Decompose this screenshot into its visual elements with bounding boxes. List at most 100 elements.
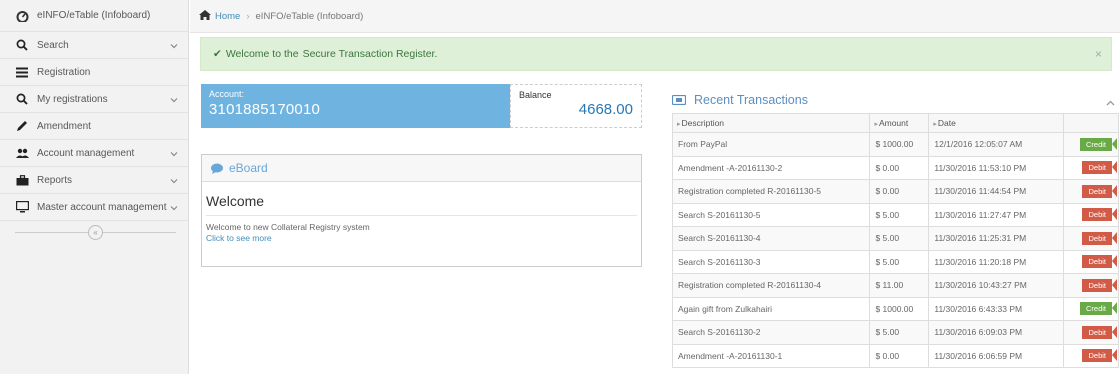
- sidebar-item-reports[interactable]: Reports: [0, 167, 188, 194]
- table-row: Search S-20161130-3 $ 5.00 11/30/2016 11:2…: [671, 249, 1119, 274]
- table-row: Amendment -A-20161130-2 $ 0.00 11/30/2016 …: [671, 155, 1119, 180]
- sidebar-item-label: Account management: [37, 147, 135, 159]
- breadcrumb: Home › eINFO/eTable (Infoboard): [190, 0, 1120, 33]
- credit-card-icon: [672, 94, 686, 105]
- eboard-title: eBoard: [229, 161, 268, 175]
- transaction-date: 11/30/2016 11:25:31 PM: [928, 226, 1065, 251]
- chevron-down-icon: [170, 149, 178, 157]
- see-more-link[interactable]: Click to see more: [202, 232, 641, 244]
- transaction-description: Registration completed R-20161130-5: [671, 179, 871, 204]
- column-header-description[interactable]: ▸Description: [671, 113, 871, 133]
- transaction-type-cell: Credit: [1063, 132, 1119, 157]
- column-header-amount[interactable]: ▸Amount: [869, 113, 930, 133]
- eboard-widget: eBoard Welcome Welcome to new Collateral…: [201, 154, 642, 267]
- transaction-description: Search S-20161130-2: [671, 320, 871, 345]
- transaction-date: 11/30/2016 6:43:33 PM: [928, 296, 1065, 321]
- sidebar-item-label: Master account management: [37, 201, 167, 213]
- table-row: Amendment -A-20161130-1 $ 0.00 11/30/2016 …: [671, 343, 1119, 368]
- chevron-up-icon[interactable]: [1106, 95, 1115, 109]
- monitor-icon: [15, 200, 29, 214]
- transaction-date: 11/30/2016 6:09:03 PM: [928, 320, 1065, 345]
- chevron-down-icon: [170, 95, 178, 103]
- sidebar-item-master-account-management[interactable]: Master account management: [0, 194, 188, 221]
- transaction-amount: $ 5.00: [869, 226, 930, 251]
- transaction-description: Search S-20161130-5: [671, 202, 871, 227]
- chevron-down-icon: [170, 41, 178, 49]
- balance-label: Balance: [519, 90, 552, 100]
- alert-strong-text: Secure Transaction Register.: [302, 48, 438, 60]
- sidebar-item-registration[interactable]: Registration: [0, 59, 188, 86]
- sidebar-brand[interactable]: eINFO/eTable (Infoboard): [0, 0, 188, 32]
- status-badge: Debit: [1082, 349, 1117, 363]
- transaction-description: Again gift from Zulkahairi: [671, 296, 871, 321]
- search-icon: [15, 38, 29, 52]
- transaction-type-cell: Debit: [1063, 320, 1119, 345]
- sidebar-item-my-registrations[interactable]: My registrations: [0, 86, 188, 113]
- transaction-amount: $ 5.00: [869, 202, 930, 227]
- transaction-amount: $ 0.00: [869, 343, 930, 368]
- transaction-description: Search S-20161130-4: [671, 226, 871, 251]
- account-box: Account: 3101885170010: [201, 84, 510, 128]
- eboard-description: Welcome to new Collateral Registry syste…: [206, 222, 370, 232]
- transaction-amount: $ 0.00: [869, 179, 930, 204]
- transaction-date: 11/30/2016 11:53:10 PM: [928, 155, 1065, 180]
- transaction-date: 11/30/2016 6:06:59 PM: [928, 343, 1065, 368]
- alert-text: Welcome to the: [225, 48, 299, 60]
- sidebar: eINFO/eTable (Infoboard) Search Registrat…: [0, 0, 189, 374]
- transaction-date: 12/1/2016 12:05:07 AM: [928, 132, 1065, 157]
- transaction-type-cell: Debit: [1063, 343, 1119, 368]
- transaction-amount: $ 1000.00: [869, 296, 930, 321]
- transaction-amount: $ 5.00: [869, 320, 930, 345]
- home-icon[interactable]: [199, 9, 211, 23]
- table-row: Search S-20161130-2 $ 5.00 11/30/2016 6:09…: [671, 320, 1119, 345]
- column-header-date[interactable]: ▸Date: [928, 113, 1065, 133]
- column-header-type: [1063, 113, 1119, 133]
- welcome-alert: ✔ Welcome to the Secure Transaction Regi…: [200, 37, 1112, 71]
- comment-icon: [211, 163, 223, 174]
- search-icon: [15, 92, 29, 106]
- sidebar-item-label: Reports: [37, 174, 73, 186]
- table-row: Registration completed R-20161130-4 $ 11.…: [671, 273, 1119, 298]
- sidebar-item-label: Registration: [37, 66, 91, 78]
- transactions-table: ▸Description ▸Amount ▸Date From PayPal $ …: [671, 113, 1119, 368]
- check-icon: ✔: [213, 48, 222, 60]
- transaction-description: From PayPal: [671, 132, 871, 157]
- transaction-description: Search S-20161130-3: [671, 249, 871, 274]
- briefcase-icon: [15, 173, 29, 187]
- transactions-title: Recent Transactions: [694, 92, 808, 107]
- sidebar-collapse-button[interactable]: «: [88, 225, 103, 240]
- table-row: Registration completed R-20161130-5 $ 0.0…: [671, 179, 1119, 204]
- list-icon: [15, 65, 29, 79]
- breadcrumb-current: eINFO/eTable (Infoboard): [255, 10, 364, 22]
- sidebar-brand-label: eINFO/eTable (Infoboard): [37, 10, 151, 21]
- transaction-date: 11/30/2016 11:20:18 PM: [928, 249, 1065, 274]
- transaction-type-cell: Credit: [1063, 296, 1119, 321]
- transaction-type-cell: Debit: [1063, 155, 1119, 180]
- table-row: Search S-20161130-5 $ 5.00 11/30/2016 11:2…: [671, 202, 1119, 227]
- breadcrumb-separator: ›: [246, 10, 250, 22]
- balance-value: 4668.00: [578, 101, 633, 118]
- transaction-amount: $ 1000.00: [869, 132, 930, 157]
- table-row: Again gift from Zulkahairi $ 1000.00 11/30…: [671, 296, 1119, 321]
- dashboard-icon: [15, 9, 29, 23]
- sidebar-item-amendment[interactable]: Amendment: [0, 113, 188, 140]
- transaction-amount: $ 0.00: [869, 155, 930, 180]
- transaction-description: Amendment -A-20161130-1: [671, 343, 871, 368]
- transaction-description: Registration completed R-20161130-4: [671, 273, 871, 298]
- transaction-type-cell: Debit: [1063, 202, 1119, 227]
- sidebar-item-search[interactable]: Search: [0, 32, 188, 59]
- close-icon[interactable]: ×: [1095, 47, 1102, 61]
- transaction-type-cell: Debit: [1063, 179, 1119, 204]
- transaction-amount: $ 5.00: [869, 249, 930, 274]
- pencil-icon: [15, 119, 29, 133]
- status-badge: Debit: [1082, 184, 1117, 198]
- status-badge: Debit: [1082, 208, 1117, 222]
- status-badge: Debit: [1082, 231, 1117, 245]
- breadcrumb-home-link[interactable]: Home: [215, 11, 240, 22]
- sidebar-item-account-management[interactable]: Account management: [0, 140, 188, 167]
- transaction-date: 11/30/2016 11:27:47 PM: [928, 202, 1065, 227]
- status-badge: Credit: [1079, 137, 1118, 151]
- sidebar-item-label: My registrations: [37, 93, 108, 105]
- sidebar-collapse: «: [0, 221, 188, 243]
- status-badge: Debit: [1082, 278, 1117, 292]
